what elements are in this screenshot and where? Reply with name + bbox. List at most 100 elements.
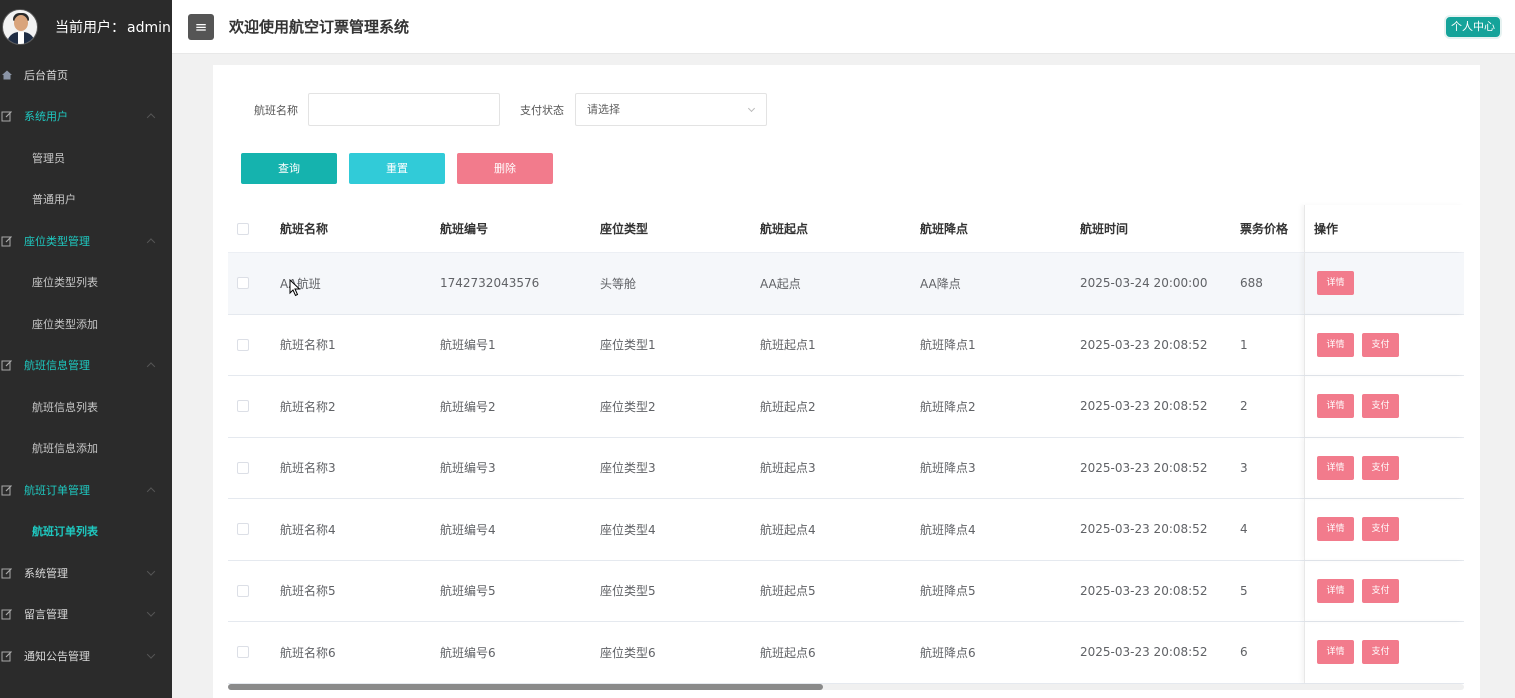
sidebar-group[interactable]: 系统用户 bbox=[0, 96, 172, 138]
cell-code: 1742732043576 bbox=[440, 276, 540, 291]
table-row[interactable]: 航班名称4 航班编号4 座位类型4 航班起点4 航班降点4 2025-03-23 20:0… bbox=[228, 499, 1464, 561]
sidebar-item-home[interactable]: 后台首页 bbox=[0, 54, 172, 96]
cell-seat: 座位类型1 bbox=[600, 338, 656, 353]
horizontal-scrollbar[interactable] bbox=[228, 684, 1464, 690]
chevron-icon bbox=[146, 362, 156, 371]
cell-time: 2025-03-23 20:08:52 bbox=[1080, 399, 1208, 414]
cell-price: 2 bbox=[1240, 399, 1248, 414]
cell-price: 6 bbox=[1240, 645, 1248, 660]
cell-name: 航班名称3 bbox=[280, 461, 336, 476]
sidebar-group[interactable]: 座位类型管理 bbox=[0, 220, 172, 262]
edit-icon bbox=[1, 110, 13, 122]
col-header: 操作 bbox=[1314, 222, 1339, 236]
cell-name: 航班名称4 bbox=[280, 522, 336, 537]
table-row[interactable]: 航班名称6 航班编号6 座位类型6 航班起点6 航班降点6 2025-03-23 20:0… bbox=[228, 622, 1464, 684]
cell-seat: 座位类型5 bbox=[600, 584, 656, 599]
cell-to: 航班降点2 bbox=[920, 399, 976, 414]
cell-name: 航班名称1 bbox=[280, 338, 336, 353]
sidebar-subitem[interactable]: 普通用户 bbox=[0, 179, 172, 221]
row-checkbox[interactable] bbox=[237, 461, 249, 474]
reset-button[interactable]: 重置 bbox=[349, 153, 445, 184]
cell-code: 航班编号2 bbox=[440, 399, 496, 414]
sidebar-group-label: 系统用户 bbox=[24, 110, 68, 124]
table-row[interactable]: 航班名称5 航班编号5 座位类型5 航班起点5 航班降点5 2025-03-23 20:0… bbox=[228, 560, 1464, 622]
row-checkbox[interactable] bbox=[237, 338, 249, 351]
detail-button[interactable]: 详情 bbox=[1317, 640, 1354, 665]
avatar[interactable] bbox=[2, 9, 38, 45]
pay-button[interactable]: 支付 bbox=[1362, 640, 1399, 665]
sidebar-subitem[interactable]: 座位类型添加 bbox=[0, 303, 172, 345]
chevron-icon bbox=[146, 487, 156, 496]
cell-name: 航班名称5 bbox=[280, 584, 336, 599]
sidebar-subitem[interactable]: 座位类型列表 bbox=[0, 262, 172, 304]
row-actions: 详情 支付 bbox=[1304, 314, 1464, 375]
flight-name-input[interactable] bbox=[308, 93, 500, 126]
sidebar-group[interactable]: 系统管理 bbox=[0, 552, 172, 594]
sidebar-subitem[interactable]: 管理员 bbox=[0, 137, 172, 179]
cell-time: 2025-03-24 20:00:00 bbox=[1080, 276, 1208, 291]
detail-button[interactable]: 详情 bbox=[1317, 332, 1354, 357]
cell-seat: 头等舱 bbox=[600, 276, 637, 291]
detail-button[interactable]: 详情 bbox=[1317, 455, 1354, 480]
edit-icon bbox=[1, 235, 13, 247]
detail-button[interactable]: 详情 bbox=[1317, 394, 1354, 419]
cell-time: 2025-03-23 20:08:52 bbox=[1080, 337, 1208, 352]
row-actions: 详情 支付 bbox=[1304, 376, 1464, 437]
chevron-icon bbox=[146, 113, 156, 122]
scrollbar-thumb[interactable] bbox=[228, 684, 823, 690]
row-checkbox[interactable] bbox=[237, 523, 249, 536]
profile-center-button[interactable]: 个人中心 bbox=[1444, 15, 1502, 39]
detail-button[interactable]: 详情 bbox=[1317, 271, 1354, 296]
pay-button[interactable]: 支付 bbox=[1362, 455, 1399, 480]
pay-button[interactable]: 支付 bbox=[1362, 332, 1399, 357]
sidebar-group[interactable]: 航班订单管理 bbox=[0, 469, 172, 511]
edit-icon bbox=[1, 608, 13, 620]
row-checkbox[interactable] bbox=[237, 646, 249, 659]
table-row[interactable]: 航班名称2 航班编号2 座位类型2 航班起点2 航班降点2 2025-03-23 20:0… bbox=[228, 376, 1464, 438]
cell-from: AA起点 bbox=[760, 276, 801, 291]
pay-button[interactable]: 支付 bbox=[1362, 394, 1399, 419]
select-all-checkbox[interactable] bbox=[237, 222, 249, 235]
sidebar-item-label: 后台首页 bbox=[24, 68, 68, 82]
row-checkbox[interactable] bbox=[237, 277, 249, 290]
pay-status-select[interactable]: 请选择 bbox=[575, 93, 767, 126]
table-row[interactable]: 航班名称1 航班编号1 座位类型1 航班起点1 航班降点1 2025-03-23 20:0… bbox=[228, 314, 1464, 376]
sidebar-subitem[interactable]: 航班订单列表 bbox=[0, 511, 172, 553]
row-checkbox[interactable] bbox=[237, 584, 249, 597]
cell-code: 航班编号6 bbox=[440, 645, 496, 660]
chevron-icon bbox=[146, 567, 156, 576]
page-title: 欢迎使用航空订票管理系统 bbox=[229, 18, 410, 36]
col-header: 航班名称 bbox=[280, 222, 329, 236]
table-row[interactable]: AA航班 1742732043576 头等舱 AA起点 AA降点 2025-03-24 2… bbox=[228, 253, 1464, 315]
menu-toggle-icon[interactable]: ≡ bbox=[188, 13, 214, 40]
col-header-ops: 操作 bbox=[1304, 205, 1464, 252]
sidebar-group[interactable]: 航班信息管理 bbox=[0, 345, 172, 387]
cell-time: 2025-03-23 20:08:52 bbox=[1080, 583, 1208, 598]
current-user-name: admin bbox=[127, 20, 171, 36]
row-checkbox[interactable] bbox=[237, 400, 249, 413]
main-panel: 航班名称 支付状态 请选择 查询 重置 删除 航班名称 航班编号 座位类型 航班… bbox=[213, 65, 1480, 698]
current-user: 当前用户： admin bbox=[53, 17, 171, 37]
col-header: 航班时间 bbox=[1080, 222, 1129, 236]
row-actions: 详情 支付 bbox=[1304, 622, 1464, 683]
detail-button[interactable]: 详情 bbox=[1317, 517, 1354, 542]
sidebar-subitem[interactable]: 航班信息添加 bbox=[0, 428, 172, 470]
table-row[interactable]: 航班名称3 航班编号3 座位类型3 航班起点3 航班降点3 2025-03-23 20:0… bbox=[228, 437, 1464, 499]
sidebar-group[interactable]: 留言管理 bbox=[0, 594, 172, 636]
pay-status-value: 请选择 bbox=[587, 103, 620, 116]
sidebar-group-label: 航班信息管理 bbox=[24, 359, 90, 373]
chevron-icon bbox=[146, 238, 156, 247]
sidebar-group[interactable]: 通知公告管理 bbox=[0, 635, 172, 677]
cell-from: 航班起点1 bbox=[760, 338, 816, 353]
cell-from: 航班起点6 bbox=[760, 645, 816, 660]
query-button[interactable]: 查询 bbox=[241, 153, 337, 184]
pay-button[interactable]: 支付 bbox=[1362, 517, 1399, 542]
edit-icon bbox=[1, 359, 13, 371]
cell-name: 航班名称2 bbox=[280, 399, 336, 414]
delete-button[interactable]: 删除 bbox=[457, 153, 553, 184]
detail-button[interactable]: 详情 bbox=[1317, 578, 1354, 603]
pay-button[interactable]: 支付 bbox=[1362, 578, 1399, 603]
sidebar-subitem[interactable]: 航班信息列表 bbox=[0, 386, 172, 428]
cell-price: 4 bbox=[1240, 522, 1248, 537]
sidebar-group-label: 通知公告管理 bbox=[24, 649, 90, 663]
